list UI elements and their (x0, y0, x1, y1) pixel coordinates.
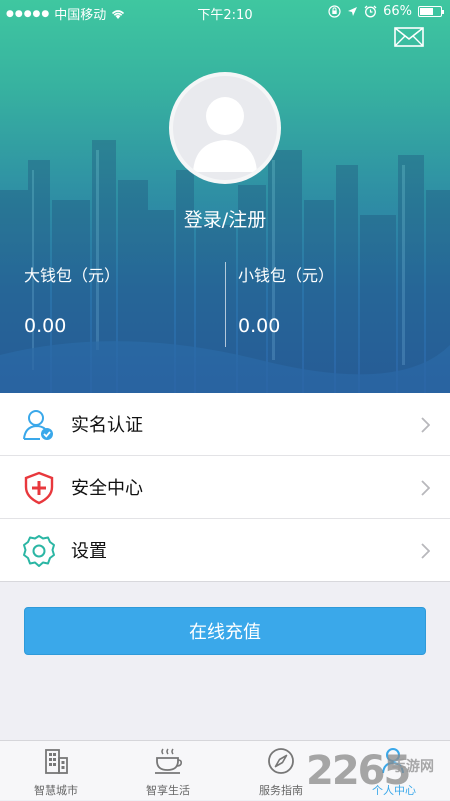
location-arrow-icon (348, 7, 358, 16)
status-bar: ●●●●● 中国移动 下午2:10 66% (0, 0, 450, 24)
tab-smart-city[interactable]: 智慧城市 (0, 741, 112, 801)
compass-icon (268, 748, 294, 774)
profile-menu: 实名认证 安全中心 设置 (0, 393, 450, 582)
big-wallet-label: 大钱包（元） (24, 266, 121, 285)
alarm-icon (364, 5, 377, 18)
default-user-avatar-icon (193, 97, 257, 172)
coffee-icon (155, 748, 182, 774)
wallet-divider (225, 262, 226, 347)
shield-plus-icon (24, 471, 54, 505)
envelope-icon[interactable] (394, 27, 424, 47)
chevron-right-icon (421, 480, 430, 496)
site-watermark: 2265 手游网 (306, 748, 446, 798)
avatar[interactable] (169, 72, 281, 184)
gear-icon (23, 535, 55, 567)
profile-header: ●●●●● 中国移动 下午2:10 66% 登录/注册 大钱包（元） 0.00 … (0, 0, 450, 393)
online-recharge-button[interactable]: 在线充值 (24, 607, 426, 655)
rotation-lock-icon (328, 5, 341, 18)
tab-label: 智享生活 (146, 784, 190, 797)
chevron-right-icon (421, 543, 430, 559)
chevron-right-icon (421, 417, 430, 433)
tab-label: 智慧城市 (34, 784, 78, 797)
menu-item-real-name-verification[interactable]: 实名认证 (0, 393, 450, 456)
building-icon (45, 749, 68, 774)
battery-percent: 66% (383, 4, 412, 19)
small-wallet-value[interactable]: 0.00 (238, 315, 280, 337)
menu-item-label: 实名认证 (71, 415, 143, 436)
tab-smart-life[interactable]: 智享生活 (112, 741, 224, 801)
watermark-text: 手游网 (392, 759, 434, 775)
menu-item-label: 安全中心 (71, 478, 143, 499)
battery-icon (418, 6, 444, 17)
user-verify-icon (23, 410, 53, 440)
menu-item-security-center[interactable]: 安全中心 (0, 456, 450, 519)
small-wallet-label: 小钱包（元） (238, 266, 335, 285)
login-register-link[interactable]: 登录/注册 (0, 205, 450, 232)
menu-item-label: 设置 (71, 541, 107, 562)
menu-item-settings[interactable]: 设置 (0, 519, 450, 582)
big-wallet-value[interactable]: 0.00 (24, 315, 66, 337)
